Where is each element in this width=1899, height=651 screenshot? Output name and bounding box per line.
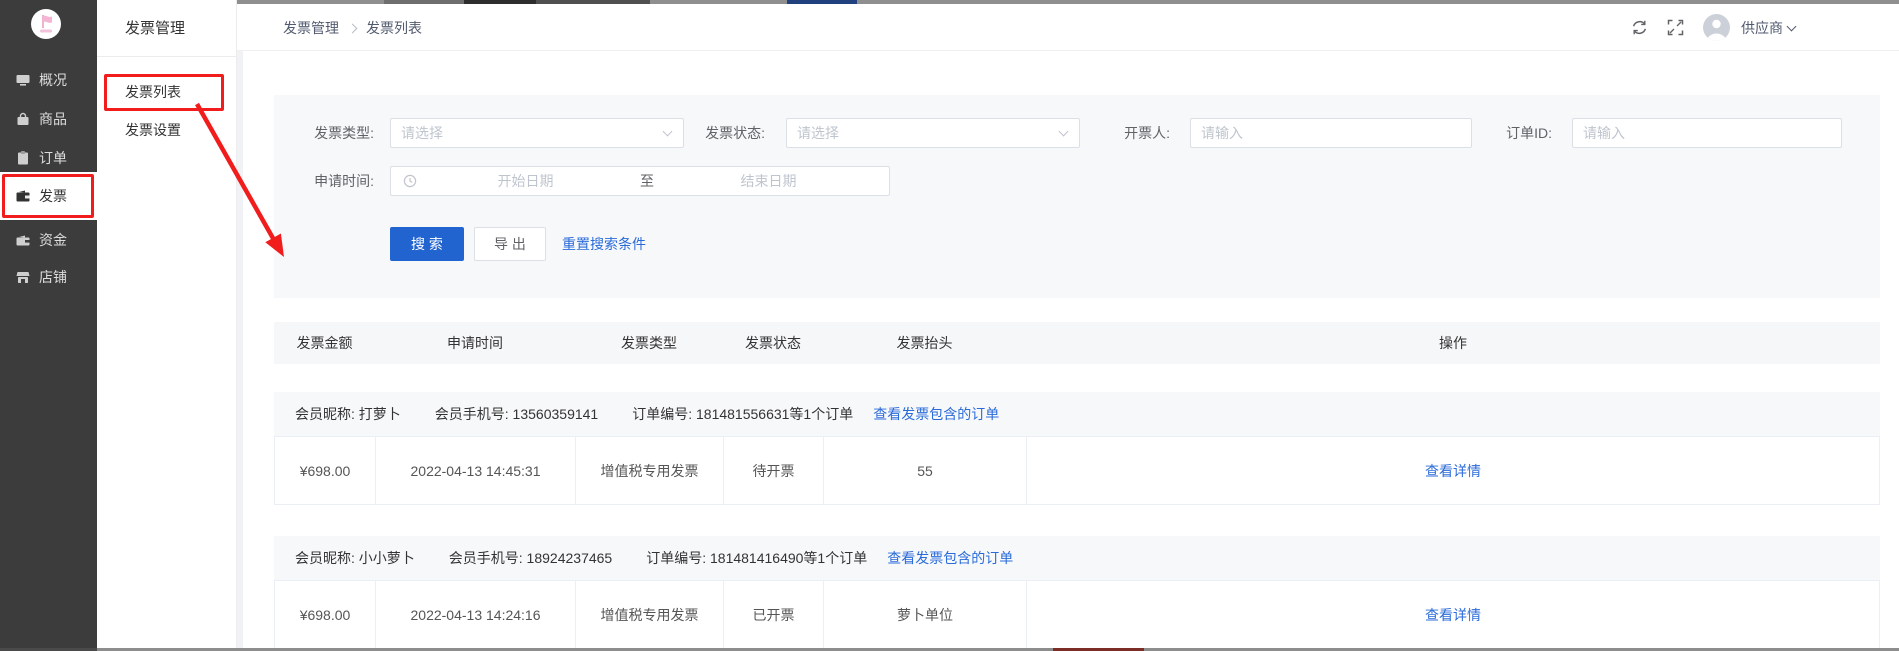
user-avatar[interactable]: [1703, 14, 1730, 41]
logo-flag-icon: [32, 10, 60, 38]
view-included-orders-link[interactable]: 查看发票包含的订单: [873, 404, 999, 424]
submenu-item-invoice-list[interactable]: 发票列表: [97, 73, 236, 111]
column-header-apply-time: 申请时间: [375, 322, 575, 364]
sidebar-item-label: 概况: [39, 70, 67, 90]
cell-amount: ¥698.00: [275, 437, 376, 504]
member-phone: 会员手机号: 18924237465: [449, 548, 612, 568]
cell-title: 55: [824, 437, 1027, 504]
cell-title: 萝卜单位: [824, 581, 1027, 648]
cell-apply-time: 2022-04-13 14:45:31: [376, 437, 576, 504]
chevron-down-icon: [663, 127, 673, 137]
shop-store-icon: [15, 269, 31, 285]
breadcrumb-item[interactable]: 发票管理: [283, 18, 339, 38]
column-header-type: 发票类型: [575, 322, 723, 364]
invoice-status-label: 发票状态:: [699, 118, 765, 148]
member-nickname: 会员昵称: 小小萝卜: [295, 548, 415, 568]
sidebar-item-goods[interactable]: 商品: [0, 99, 97, 138]
drawer-label: 开票人:: [1104, 118, 1170, 148]
sidebar-item-overview[interactable]: 概况: [0, 60, 97, 99]
date-end-placeholder: 结束日期: [660, 171, 877, 191]
table-row: ¥698.00 2022-04-13 14:24:16 增值税专用发票 已开票 …: [274, 580, 1880, 649]
member-phone: 会员手机号: 13560359141: [435, 404, 598, 424]
sidebar-item-label: 订单: [39, 148, 67, 168]
cell-actions: 查看详情: [1027, 581, 1879, 648]
column-header-actions: 操作: [1026, 322, 1880, 364]
sidebar-item-label: 商品: [39, 109, 67, 129]
view-detail-link[interactable]: 查看详情: [1425, 605, 1481, 625]
invoice-group-header: 会员昵称: 打萝卜 会员手机号: 13560359141 订单编号: 18148…: [274, 392, 1880, 436]
invoice-type-label: 发票类型:: [304, 118, 374, 148]
order-id-input[interactable]: [1572, 118, 1842, 148]
date-start-placeholder: 开始日期: [417, 171, 634, 191]
goods-bag-icon: [15, 111, 31, 127]
column-header-amount: 发票金额: [274, 322, 375, 364]
topbar-actions: 供应商: [1631, 4, 1795, 51]
invoice-type-select[interactable]: 请选择: [390, 118, 684, 148]
invoice-group-header: 会员昵称: 小小萝卜 会员手机号: 18924237465 订单编号: 1814…: [274, 536, 1880, 580]
cell-status: 已开票: [724, 581, 824, 648]
sidebar-item-invoice[interactable]: 发票: [0, 172, 97, 220]
brand-logo[interactable]: [31, 9, 61, 39]
fullscreen-icon[interactable]: [1667, 19, 1684, 36]
breadcrumb-separator-icon: [348, 23, 358, 33]
apply-time-label: 申请时间:: [304, 166, 374, 196]
cell-status: 待开票: [724, 437, 824, 504]
sidebar-item-funds[interactable]: 资金: [0, 220, 97, 259]
view-included-orders-link[interactable]: 查看发票包含的订单: [887, 548, 1013, 568]
cell-type: 增值税专用发票: [576, 581, 724, 648]
date-range-to-label: 至: [634, 171, 660, 191]
sidebar-item-shop[interactable]: 店铺: [0, 257, 97, 296]
order-id-label: 订单ID:: [1486, 118, 1552, 148]
column-header-title: 发票抬头: [823, 322, 1026, 364]
main-sidebar: 概况 商品 订单 发票 资金: [0, 0, 97, 648]
user-role-label: 供应商: [1741, 18, 1783, 38]
main-content: 发票类型: 请选择 发票状态: 请选择 开票人: 订单ID: 申请时间: 开始日…: [237, 51, 1899, 648]
submenu-item-invoice-settings[interactable]: 发票设置: [97, 111, 236, 149]
column-header-status: 发票状态: [723, 322, 823, 364]
cell-apply-time: 2022-04-13 14:24:16: [376, 581, 576, 648]
overview-monitor-icon: [15, 72, 31, 88]
invoice-admin-page: 概况 商品 订单 发票 资金: [0, 0, 1899, 651]
drawer-input[interactable]: [1190, 118, 1472, 148]
chevron-down-icon: [1059, 127, 1069, 137]
member-nickname: 会员昵称: 打萝卜: [295, 404, 401, 424]
view-detail-link[interactable]: 查看详情: [1425, 461, 1481, 481]
clock-icon: [403, 174, 417, 188]
export-button[interactable]: 导 出: [474, 227, 546, 261]
user-menu[interactable]: 供应商: [1741, 18, 1795, 38]
sidebar-item-label: 店铺: [39, 267, 67, 287]
select-placeholder: 请选择: [797, 123, 839, 143]
chevron-down-icon: [1787, 21, 1797, 31]
order-number: 订单编号: 181481556631等1个订单: [632, 404, 853, 424]
sidebar-item-label: 资金: [39, 230, 67, 250]
select-placeholder: 请选择: [401, 123, 443, 143]
sidebar-item-label: 发票: [39, 186, 67, 206]
submenu-title: 发票管理: [97, 0, 236, 57]
cell-amount: ¥698.00: [275, 581, 376, 648]
reset-search-link[interactable]: 重置搜索条件: [562, 227, 646, 261]
breadcrumb: 发票管理 发票列表: [283, 4, 422, 51]
funds-wallet-icon: [15, 232, 31, 248]
refresh-icon[interactable]: [1631, 19, 1648, 36]
cell-actions: 查看详情: [1027, 437, 1879, 504]
apply-time-range-picker[interactable]: 开始日期 至 结束日期: [390, 166, 890, 196]
filter-panel: 发票类型: 请选择 发票状态: 请选择 开票人: 订单ID: 申请时间: 开始日…: [274, 95, 1880, 298]
invoice-submenu: 发票管理 发票列表 发票设置: [97, 0, 237, 651]
topbar: 发票管理 发票列表 供应商: [237, 4, 1899, 51]
table-header: 发票金额 申请时间 发票类型 发票状态 发票抬头 操作: [274, 322, 1880, 364]
cell-type: 增值税专用发票: [576, 437, 724, 504]
search-button[interactable]: 搜 索: [390, 227, 464, 261]
order-number: 订单编号: 181481416490等1个订单: [646, 548, 867, 568]
breadcrumb-item-current: 发票列表: [366, 18, 422, 38]
orders-clipboard-icon: [15, 150, 31, 166]
invoice-wallet-icon: [15, 188, 31, 204]
table-row: ¥698.00 2022-04-13 14:45:31 增值税专用发票 待开票 …: [274, 436, 1880, 505]
invoice-status-select[interactable]: 请选择: [786, 118, 1080, 148]
